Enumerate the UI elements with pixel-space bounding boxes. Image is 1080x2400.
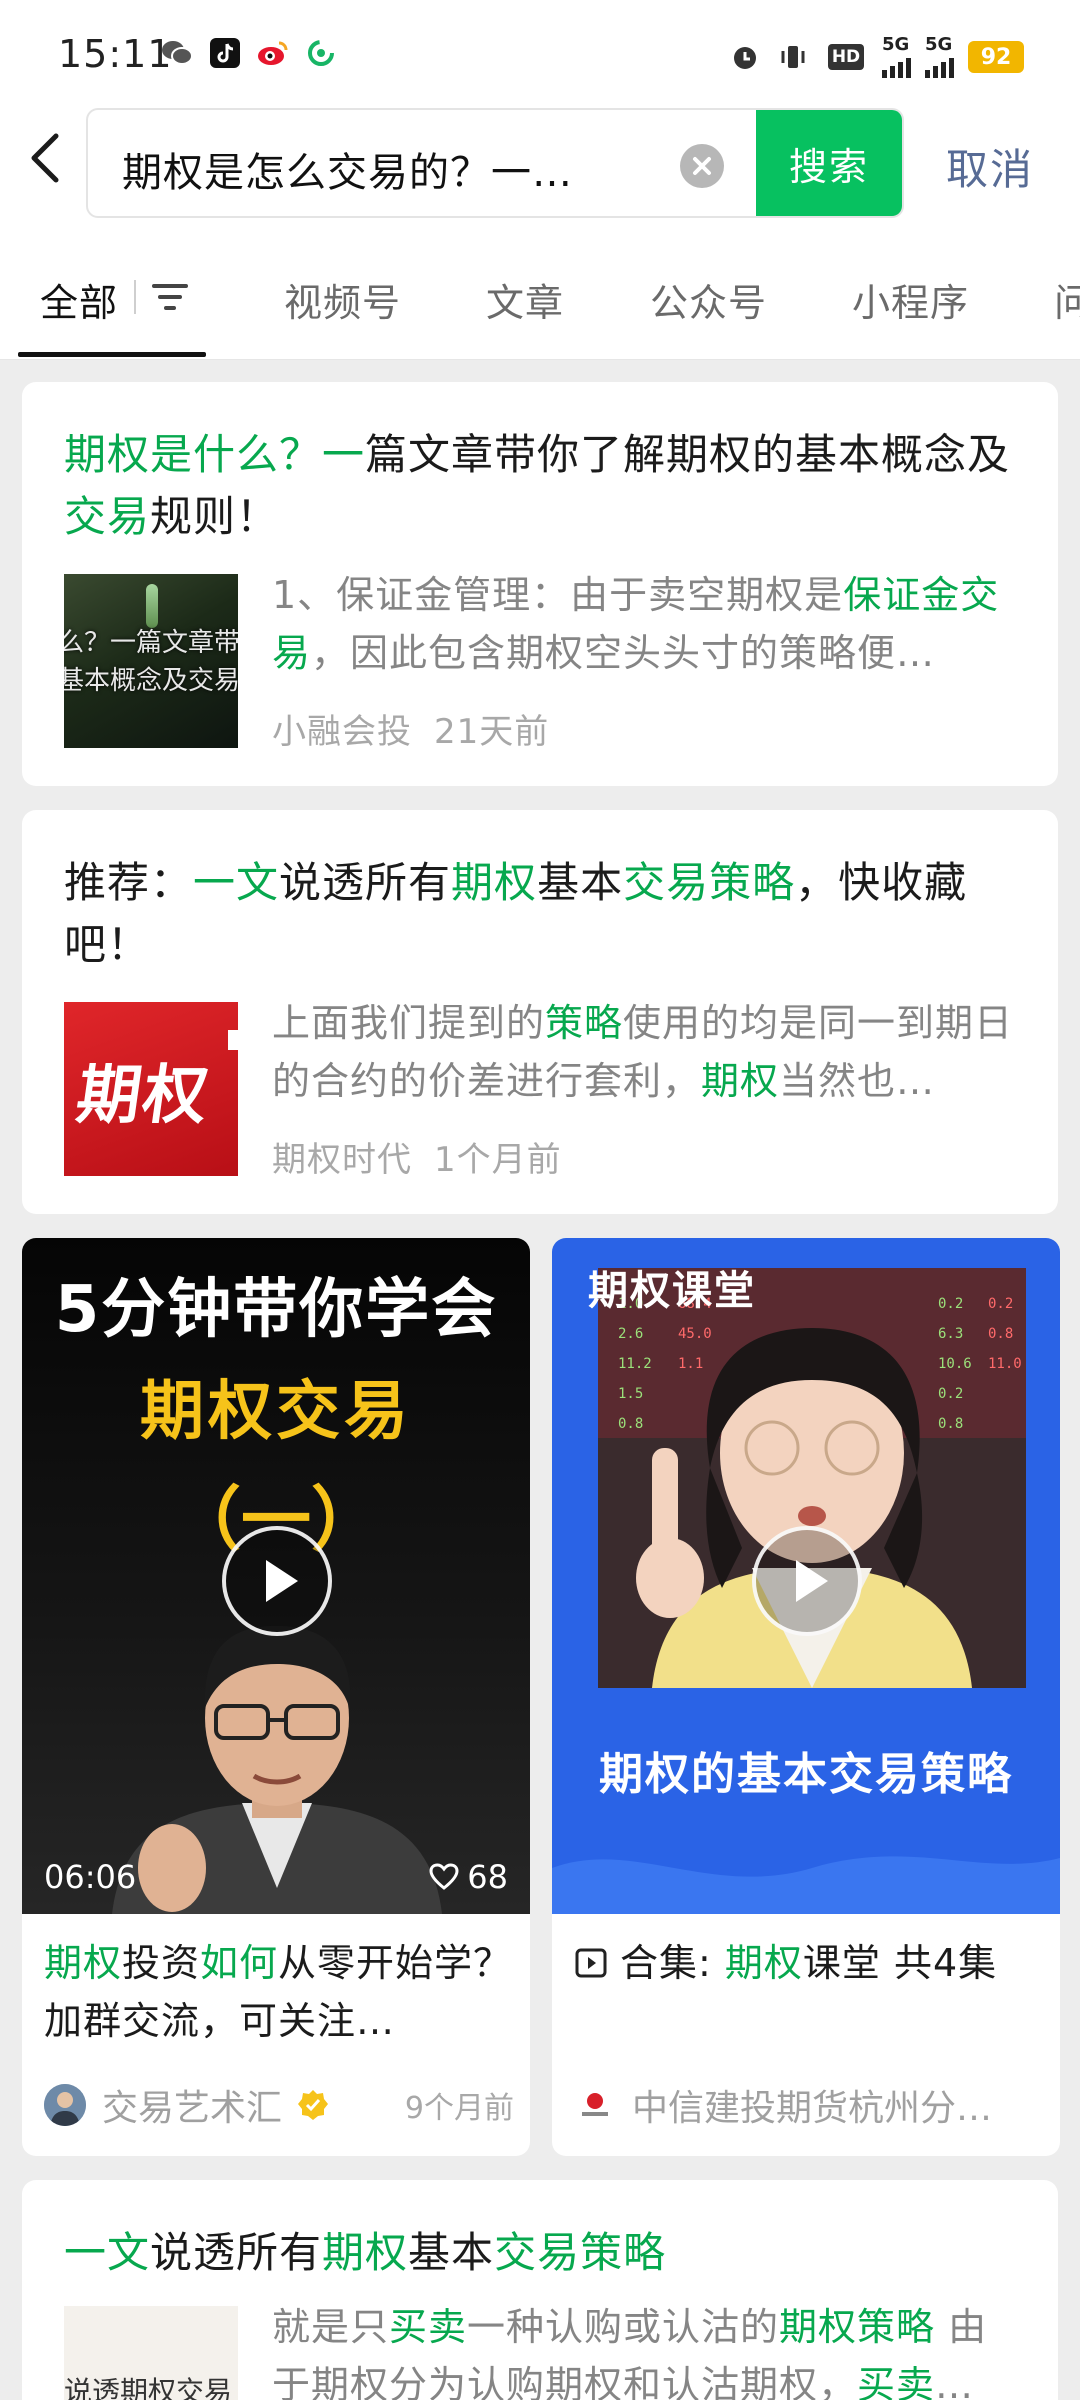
clear-search-icon[interactable] xyxy=(680,144,724,188)
article-card[interactable]: 推荐：一文说透所有期权基本交易策略，快收藏吧！ 期权 上面我们提到的策略使用的均… xyxy=(22,810,1058,1214)
thumbnail-title: 5分钟带你学会 xyxy=(54,1273,498,1347)
tab-divider xyxy=(134,280,136,314)
article-title[interactable]: 推荐：一文说透所有期权基本交易策略，快收藏吧！ xyxy=(64,852,1020,976)
article-card[interactable]: 一文说透所有期权基本交易策略 说透期权交易 就是只买卖一种认购或认沽的期权策略 … xyxy=(22,2180,1058,2400)
verified-badge-icon xyxy=(298,2090,329,2120)
thumbnail-text: 说透期权交易 xyxy=(64,2375,233,2400)
cancel-button[interactable]: 取消 xyxy=(946,136,1034,197)
article-snippet: 上面我们提到的策略使用的均是同一到期日的合约的价差进行套利，期权当然也… xyxy=(272,1001,1014,1103)
system-indicators: HD 5G 5G 92 xyxy=(728,36,1024,78)
thumbnail-title: 期权交易 xyxy=(140,1375,412,1449)
heart-icon xyxy=(429,1863,459,1890)
video-caption[interactable]: 合集: 期权课堂 共4集 xyxy=(574,1934,1044,2050)
app-swirl-icon xyxy=(304,36,338,70)
video-author[interactable]: 交易艺术汇 9个月前 xyxy=(44,2080,514,2130)
wechat-icon xyxy=(160,36,194,70)
tab-official-accounts[interactable]: 公众号 xyxy=(650,272,767,327)
article-thumbnail[interactable]: 说透期权交易 xyxy=(64,2306,238,2400)
author-name[interactable]: 交易艺术汇 xyxy=(102,2079,282,2131)
article-title[interactable]: 期权是什么？一篇文章带你了解期权的基本概念及交易规则！ xyxy=(64,424,1020,548)
article-source[interactable]: 小融会投 xyxy=(272,712,412,752)
alarm-icon xyxy=(728,40,762,74)
article-meta: 期权时代 1个月前 xyxy=(272,1132,562,1181)
thumbnail-mark xyxy=(228,1030,238,1050)
avatar[interactable] xyxy=(574,2084,616,2126)
article-thumbnail[interactable]: 么？一篇文章带 基本概念及交易 xyxy=(64,574,238,748)
tab-more[interactable]: 问 xyxy=(1054,272,1080,327)
play-icon[interactable] xyxy=(222,1526,332,1636)
play-icon[interactable] xyxy=(752,1526,862,1636)
avatar[interactable] xyxy=(44,2084,86,2126)
video-card[interactable]: 5分钟带你学会 期权交易 （一） 06:06 68 期权投资如何从零开始学？加群… xyxy=(22,1238,530,2156)
tab-mini-programs[interactable]: 小程序 xyxy=(852,272,969,327)
article-meta: 小融会投 21天前 xyxy=(272,704,549,753)
thumbnail-subtitle: 期权的基本交易策略 xyxy=(599,1749,1013,1800)
article-source[interactable]: 期权时代 xyxy=(272,1140,412,1180)
article-title[interactable]: 一文说透所有期权基本交易策略 xyxy=(64,2222,1020,2284)
active-tab-indicator xyxy=(18,352,206,357)
signal-icon: 5G xyxy=(882,36,911,78)
thumbnail-text: 基本概念及交易 xyxy=(64,666,238,696)
video-duration: 06:06 xyxy=(44,1858,137,1896)
result-tabs: 全部 视频号 文章 公众号 小程序 问 xyxy=(0,228,1080,360)
notification-icons xyxy=(160,36,338,70)
article-card[interactable]: 期权是什么？一篇文章带你了解期权的基本概念及交易规则！ 么？一篇文章带 基本概念… xyxy=(22,382,1058,786)
article-snippet: 就是只买卖一种认购或认沽的期权策略 由于期权分为认购期权和认沽期权，买卖… xyxy=(272,2305,988,2400)
search-button[interactable]: 搜索 xyxy=(756,110,902,216)
video-time: 9个月前 xyxy=(404,2091,514,2126)
video-likes[interactable]: 68 xyxy=(429,1858,508,1896)
collection-icon xyxy=(575,1948,607,1978)
back-button[interactable] xyxy=(26,128,86,198)
article-snippet: 1、保证金管理：由于卖空期权是保证金交易，因此包含期权空头头寸的策略便… xyxy=(272,573,1000,675)
author-name[interactable]: 中信建投期货杭州分… xyxy=(632,2079,992,2131)
wave-graphic xyxy=(552,1856,1060,1914)
status-bar: 15:11 HD 5G 5G 92 xyxy=(0,0,1080,104)
tab-articles[interactable]: 文章 xyxy=(486,272,564,327)
thumbnail-text: 期权 xyxy=(71,1059,215,1133)
thumbnail-text: 么？一篇文章带 xyxy=(64,628,238,658)
article-thumbnail[interactable]: 期权 xyxy=(64,1002,238,1176)
tiktok-icon xyxy=(208,36,242,70)
tab-channels[interactable]: 视频号 xyxy=(284,272,401,327)
vibrate-icon xyxy=(776,40,810,74)
signal-icon: 5G xyxy=(925,36,954,78)
video-thumbnail[interactable]: 5分钟带你学会 期权交易 （一） 06:06 68 xyxy=(22,1238,530,1914)
search-results-page: 15:11 HD 5G 5G 92 期权是怎么交易的？一… 搜索 取消 全部 视… xyxy=(0,0,1080,2400)
video-author[interactable]: 中信建投期货杭州分… xyxy=(574,2080,1044,2130)
presenter-figure xyxy=(112,1625,442,1914)
filter-icon[interactable] xyxy=(150,280,190,314)
search-query-text[interactable]: 期权是怎么交易的？一… xyxy=(122,140,642,198)
battery-icon: 92 xyxy=(968,41,1024,73)
status-time: 15:11 xyxy=(58,32,173,76)
hd-icon: HD xyxy=(824,40,868,74)
search-input[interactable]: 期权是怎么交易的？一… 搜索 xyxy=(86,108,904,218)
chevron-left-icon xyxy=(31,133,59,183)
article-time: 21天前 xyxy=(434,712,550,752)
search-header: 期权是怎么交易的？一… 搜索 取消 xyxy=(0,104,1080,228)
video-thumbnail[interactable]: 1.0 2.6 11.2 1.5 0.8 0.2 6.3 10.6 0.2 0.8 68.4 45… xyxy=(552,1238,1060,1914)
weibo-icon xyxy=(256,36,290,70)
article-time: 1个月前 xyxy=(434,1140,562,1180)
video-caption[interactable]: 期权投资如何从零开始学？加群交流，可关注… xyxy=(44,1934,514,2050)
tab-all[interactable]: 全部 xyxy=(40,272,118,327)
video-card[interactable]: 1.0 2.6 11.2 1.5 0.8 0.2 6.3 10.6 0.2 0.8 68.4 45… xyxy=(552,1238,1060,2156)
